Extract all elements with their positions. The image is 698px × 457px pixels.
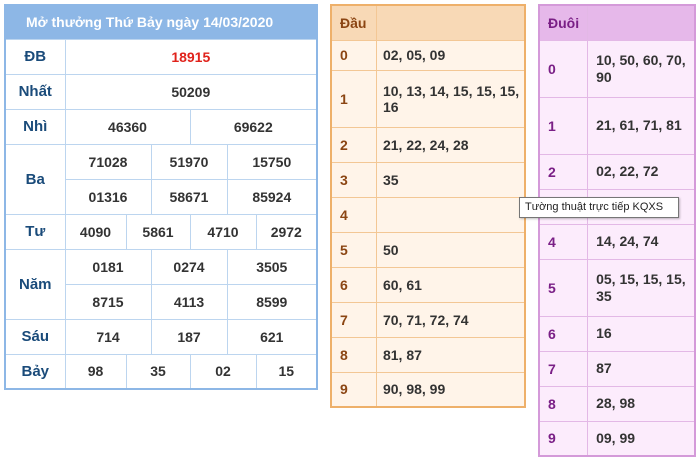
duoi-key: 5 — [538, 258, 589, 317]
prize-ba-value: 85924 — [226, 178, 318, 215]
duoi-value: 02, 22, 72 — [587, 153, 696, 190]
prize-sau-value: 621 — [226, 318, 318, 355]
duoi-value: 16 — [587, 315, 696, 352]
dau-value: 10, 13, 14, 15, 15, 15, 16 — [375, 69, 526, 128]
prize-name-nhat: Nhất — [4, 73, 66, 110]
prize-nam-value: 3505 — [226, 248, 318, 285]
prize-tu-value: 4090 — [64, 213, 127, 250]
duoi-key: 6 — [538, 315, 589, 352]
results-title: Mở thưởng Thứ Bảy ngày 14/03/2020 — [4, 4, 318, 40]
duoi-key: 2 — [538, 153, 589, 190]
prize-nhi-value: 69622 — [189, 108, 318, 145]
prize-nhi-value: 46360 — [64, 108, 191, 145]
dau-key: 3 — [330, 161, 377, 198]
dau-value — [375, 196, 526, 233]
results-table: Mở thưởng Thứ Bảy ngày 14/03/2020 ĐB 189… — [4, 4, 319, 390]
dau-key: 8 — [330, 336, 377, 373]
dau-value: 35 — [375, 161, 526, 198]
prize-tu-value: 4710 — [189, 213, 257, 250]
duoi-value: 87 — [587, 350, 696, 387]
duoi-value: 28, 98 — [587, 385, 696, 422]
dau-value: 60, 61 — [375, 266, 526, 303]
prize-ba-value: 71028 — [64, 143, 152, 180]
duoi-value: 21, 61, 71, 81 — [587, 96, 696, 155]
dau-key: 6 — [330, 266, 377, 303]
duoi-key: 0 — [538, 39, 589, 98]
prize-bay-value: 02 — [189, 353, 257, 390]
dau-key: 9 — [330, 371, 377, 408]
prize-tu-value: 2972 — [255, 213, 318, 250]
dau-value: 70, 71, 72, 74 — [375, 301, 526, 338]
prize-ba-value: 15750 — [226, 143, 318, 180]
dau-key: 0 — [330, 39, 377, 71]
dau-value: 02, 05, 09 — [375, 39, 526, 71]
prize-nam-value: 8599 — [226, 283, 318, 320]
prize-nam-value: 0181 — [64, 248, 152, 285]
duoi-key: 4 — [538, 223, 589, 260]
duoi-value: 14, 24, 74 — [587, 223, 696, 260]
dau-key: 1 — [330, 69, 377, 128]
dau-value: 90, 98, 99 — [375, 371, 526, 408]
prize-nam-value: 8715 — [64, 283, 152, 320]
prize-sau-value: 187 — [150, 318, 228, 355]
prize-ba-value: 58671 — [150, 178, 228, 215]
duoi-header-blank — [587, 4, 696, 41]
dau-key: 7 — [330, 301, 377, 338]
dau-table: Đầu 0 02, 05, 09 1 10, 13, 14, 15, 15, 15,… — [330, 4, 526, 408]
prize-nhat-value: 50209 — [64, 73, 318, 110]
prize-nam-value: 4113 — [150, 283, 228, 320]
prize-name-tu: Tư — [4, 213, 66, 250]
prize-name-sau: Sáu — [4, 318, 66, 355]
prize-name-nam: Năm — [4, 248, 66, 320]
tooltip: Tường thuật trực tiếp KQXS — [519, 197, 679, 218]
prize-name-ba: Ba — [4, 143, 66, 215]
duoi-value: 10, 50, 60, 70, 90 — [587, 39, 696, 98]
prize-name-db: ĐB — [4, 38, 66, 75]
duoi-value: 05, 15, 15, 15, 35 — [587, 258, 696, 317]
prize-sau-value: 714 — [64, 318, 152, 355]
dau-header-blank — [375, 4, 526, 41]
duoi-header: Đuôi — [538, 4, 589, 41]
prize-bay-value: 15 — [255, 353, 318, 390]
dau-key: 2 — [330, 126, 377, 163]
prize-ba-value: 01316 — [64, 178, 152, 215]
duoi-table: Đuôi 0 10, 50, 60, 70, 90 1 21, 61, 71, 81… — [538, 4, 696, 457]
dau-key: 5 — [330, 231, 377, 268]
dau-value: 50 — [375, 231, 526, 268]
prize-nam-value: 0274 — [150, 248, 228, 285]
duoi-key: 8 — [538, 385, 589, 422]
prize-name-nhi: Nhì — [4, 108, 66, 145]
prize-bay-value: 35 — [125, 353, 191, 390]
dau-header: Đầu — [330, 4, 377, 41]
prize-ba-value: 51970 — [150, 143, 228, 180]
prize-tu-value: 5861 — [125, 213, 191, 250]
dau-value: 81, 87 — [375, 336, 526, 373]
duoi-key: 1 — [538, 96, 589, 155]
dau-key: 4 — [330, 196, 377, 233]
duoi-key: 7 — [538, 350, 589, 387]
dau-value: 21, 22, 24, 28 — [375, 126, 526, 163]
prize-bay-value: 98 — [64, 353, 127, 390]
prize-db-value: 18915 — [64, 38, 318, 75]
prize-name-bay: Bảy — [4, 353, 66, 390]
